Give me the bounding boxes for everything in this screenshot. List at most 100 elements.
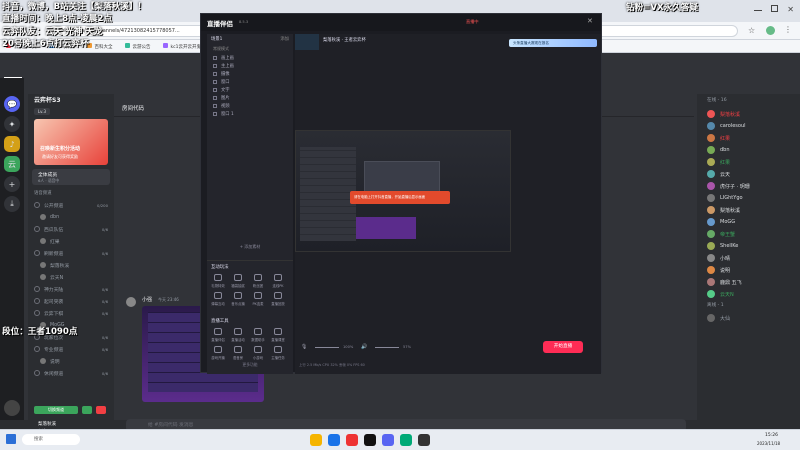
member-item[interactable]: 说明: [697, 264, 800, 276]
source-item[interactable]: 主上画: [207, 62, 293, 70]
member-item[interactable]: ShellKe: [697, 240, 800, 252]
sender-name[interactable]: 小强: [142, 296, 152, 303]
tool-button[interactable]: PK连麦: [249, 292, 267, 308]
tool-button[interactable]: 数据助手: [249, 328, 267, 344]
voice-channel[interactable]: 刷新频道 0/6: [28, 247, 114, 259]
bookmark-item[interactable]: 百科大全: [86, 42, 113, 50]
tool-button[interactable]: 直播活动: [229, 328, 247, 344]
member-item[interactable]: 梨落秋溪: [697, 204, 800, 216]
scene-add-button[interactable]: 添加: [280, 36, 289, 42]
channel-member[interactable]: 红果: [28, 235, 114, 247]
member-item[interactable]: 梨落秋溪: [697, 108, 800, 120]
server-icon-active[interactable]: 云: [4, 156, 20, 172]
voice-settings-button[interactable]: [82, 406, 92, 414]
voice-channel[interactable]: 休闲频道 0/6: [28, 367, 114, 379]
speaker-slider[interactable]: [375, 347, 399, 348]
channel-member[interactable]: dbn: [28, 211, 114, 223]
source-item[interactable]: 画上画: [207, 54, 293, 62]
go-live-button[interactable]: 开始直播: [543, 341, 583, 353]
member-item[interactable]: 虎仔子 · 玥珊: [697, 180, 800, 192]
more-functions-button[interactable]: 更多功能: [207, 362, 293, 368]
channel-member[interactable]: 梨落秋溪: [28, 259, 114, 271]
member-item[interactable]: 云天N: [697, 288, 800, 300]
bookmark-item[interactable]: kc1云开云开鬼博: [162, 42, 205, 50]
download-icon[interactable]: ⤓: [4, 196, 20, 212]
source-item[interactable]: 窗口 1: [207, 110, 293, 118]
tool-button[interactable]: 小游戏: [249, 346, 267, 362]
app-icon[interactable]: [400, 434, 412, 446]
mic-icon[interactable]: 🎙: [301, 344, 307, 350]
room-title[interactable]: 梨落秋溪 · 王者云弈杯: [323, 37, 366, 43]
source-item[interactable]: 文字: [207, 86, 293, 94]
scene-tab[interactable]: 场景1: [211, 36, 222, 42]
file-explorer-icon[interactable]: [310, 434, 322, 446]
member-item[interactable]: 红果: [697, 132, 800, 144]
tool-button[interactable]: 弹幕互动: [209, 292, 227, 308]
source-item[interactable]: 图片: [207, 94, 293, 102]
tool-button[interactable]: 直播回放: [269, 292, 287, 308]
tool-button[interactable]: 礼物特效: [209, 274, 227, 290]
member-item[interactable]: MoGG: [697, 216, 800, 228]
tool-button[interactable]: 游戏开播: [209, 346, 227, 362]
server-icon[interactable]: ♪: [4, 136, 20, 152]
room-cover[interactable]: [295, 34, 319, 50]
channel-section-label[interactable]: 语音频道: [28, 187, 114, 199]
channel-member[interactable]: 说明: [28, 355, 114, 367]
chat-icon[interactable]: 💬: [4, 96, 20, 112]
event-banner[interactable]: 召唤新生积分活动 邀请好友可获得奖励: [34, 119, 108, 165]
source-item[interactable]: 视频: [207, 102, 293, 110]
tool-button[interactable]: 语音房: [229, 346, 247, 362]
switch-channel-button[interactable]: 切换频道: [34, 406, 78, 414]
discover-icon[interactable]: ✦: [4, 116, 20, 132]
tool-button[interactable]: 主播任务: [269, 346, 287, 362]
voice-channel[interactable]: 公开频道 0/200: [28, 199, 114, 211]
member-item[interactable]: dbn: [697, 144, 800, 156]
member-item[interactable]: 红果: [697, 156, 800, 168]
voice-channel[interactable]: 专业频道 0/6: [28, 343, 114, 355]
windows-start-icon[interactable]: [6, 434, 16, 444]
top-channel[interactable]: 全体成员 6人 · 语音中: [32, 169, 110, 185]
source-item[interactable]: 摄像: [207, 70, 293, 78]
menu-icon[interactable]: ⋮: [784, 25, 792, 34]
voice-channel[interactable]: 云弈下棋 0/6: [28, 307, 114, 319]
member-item[interactable]: 帝王蟹: [697, 228, 800, 240]
add-server-icon[interactable]: +: [4, 176, 20, 192]
close-icon[interactable]: ✕: [787, 5, 794, 15]
member-item[interactable]: carolesoul: [697, 120, 800, 132]
tool-button[interactable]: 直播课堂: [269, 328, 287, 344]
taskbar-search[interactable]: 搜索: [22, 434, 80, 445]
disconnect-button[interactable]: [96, 406, 106, 414]
bookmark-item[interactable]: 云游公告: [124, 42, 151, 50]
profile-avatar[interactable]: [766, 26, 775, 35]
voice-channel[interactable]: 起司突袭 0/6: [28, 295, 114, 307]
member-item[interactable]: 鹿鼎 五飞: [697, 276, 800, 288]
ad-banner[interactable]: 头条直播大赛现在报名: [509, 39, 597, 47]
preview-popup[interactable]: 请在电脑上打开抖音直播，开始直播后显示画面: [350, 191, 450, 204]
tool-close-icon[interactable]: ✕: [587, 17, 593, 25]
add-source-button[interactable]: + 添加素材: [207, 244, 293, 250]
chat-app-icon[interactable]: [382, 434, 394, 446]
member-item[interactable]: LIGhtYgo: [697, 192, 800, 204]
minimize-icon[interactable]: [754, 10, 762, 11]
sender-avatar[interactable]: [126, 297, 136, 307]
mic-slider[interactable]: [315, 347, 339, 348]
speaker-icon[interactable]: 🔊: [361, 344, 367, 350]
channel-member[interactable]: 云天N: [28, 271, 114, 283]
voice-channel[interactable]: 神力天陆 0/6: [28, 283, 114, 295]
tool-button[interactable]: 音乐点播: [229, 292, 247, 308]
browser-icon[interactable]: [328, 434, 340, 446]
member-item[interactable]: 大仙: [697, 312, 800, 324]
server-name[interactable]: 云弈杯S3: [28, 94, 114, 108]
app-icon[interactable]: [346, 434, 358, 446]
voice-channel[interactable]: 西瓜队伍 0/6: [28, 223, 114, 235]
tiktok-icon[interactable]: [364, 434, 376, 446]
user-settings-avatar[interactable]: [4, 400, 20, 416]
member-item[interactable]: 小晴: [697, 252, 800, 264]
app-icon[interactable]: [418, 434, 430, 446]
tool-button[interactable]: 直播伴侣: [209, 328, 227, 344]
source-item[interactable]: 窗口: [207, 78, 293, 86]
tool-button[interactable]: 连线PK: [269, 274, 287, 290]
member-item[interactable]: 云天: [697, 168, 800, 180]
tool-button[interactable]: 粉丝团: [249, 274, 267, 290]
tool-button[interactable]: 福袋抽奖: [229, 274, 247, 290]
